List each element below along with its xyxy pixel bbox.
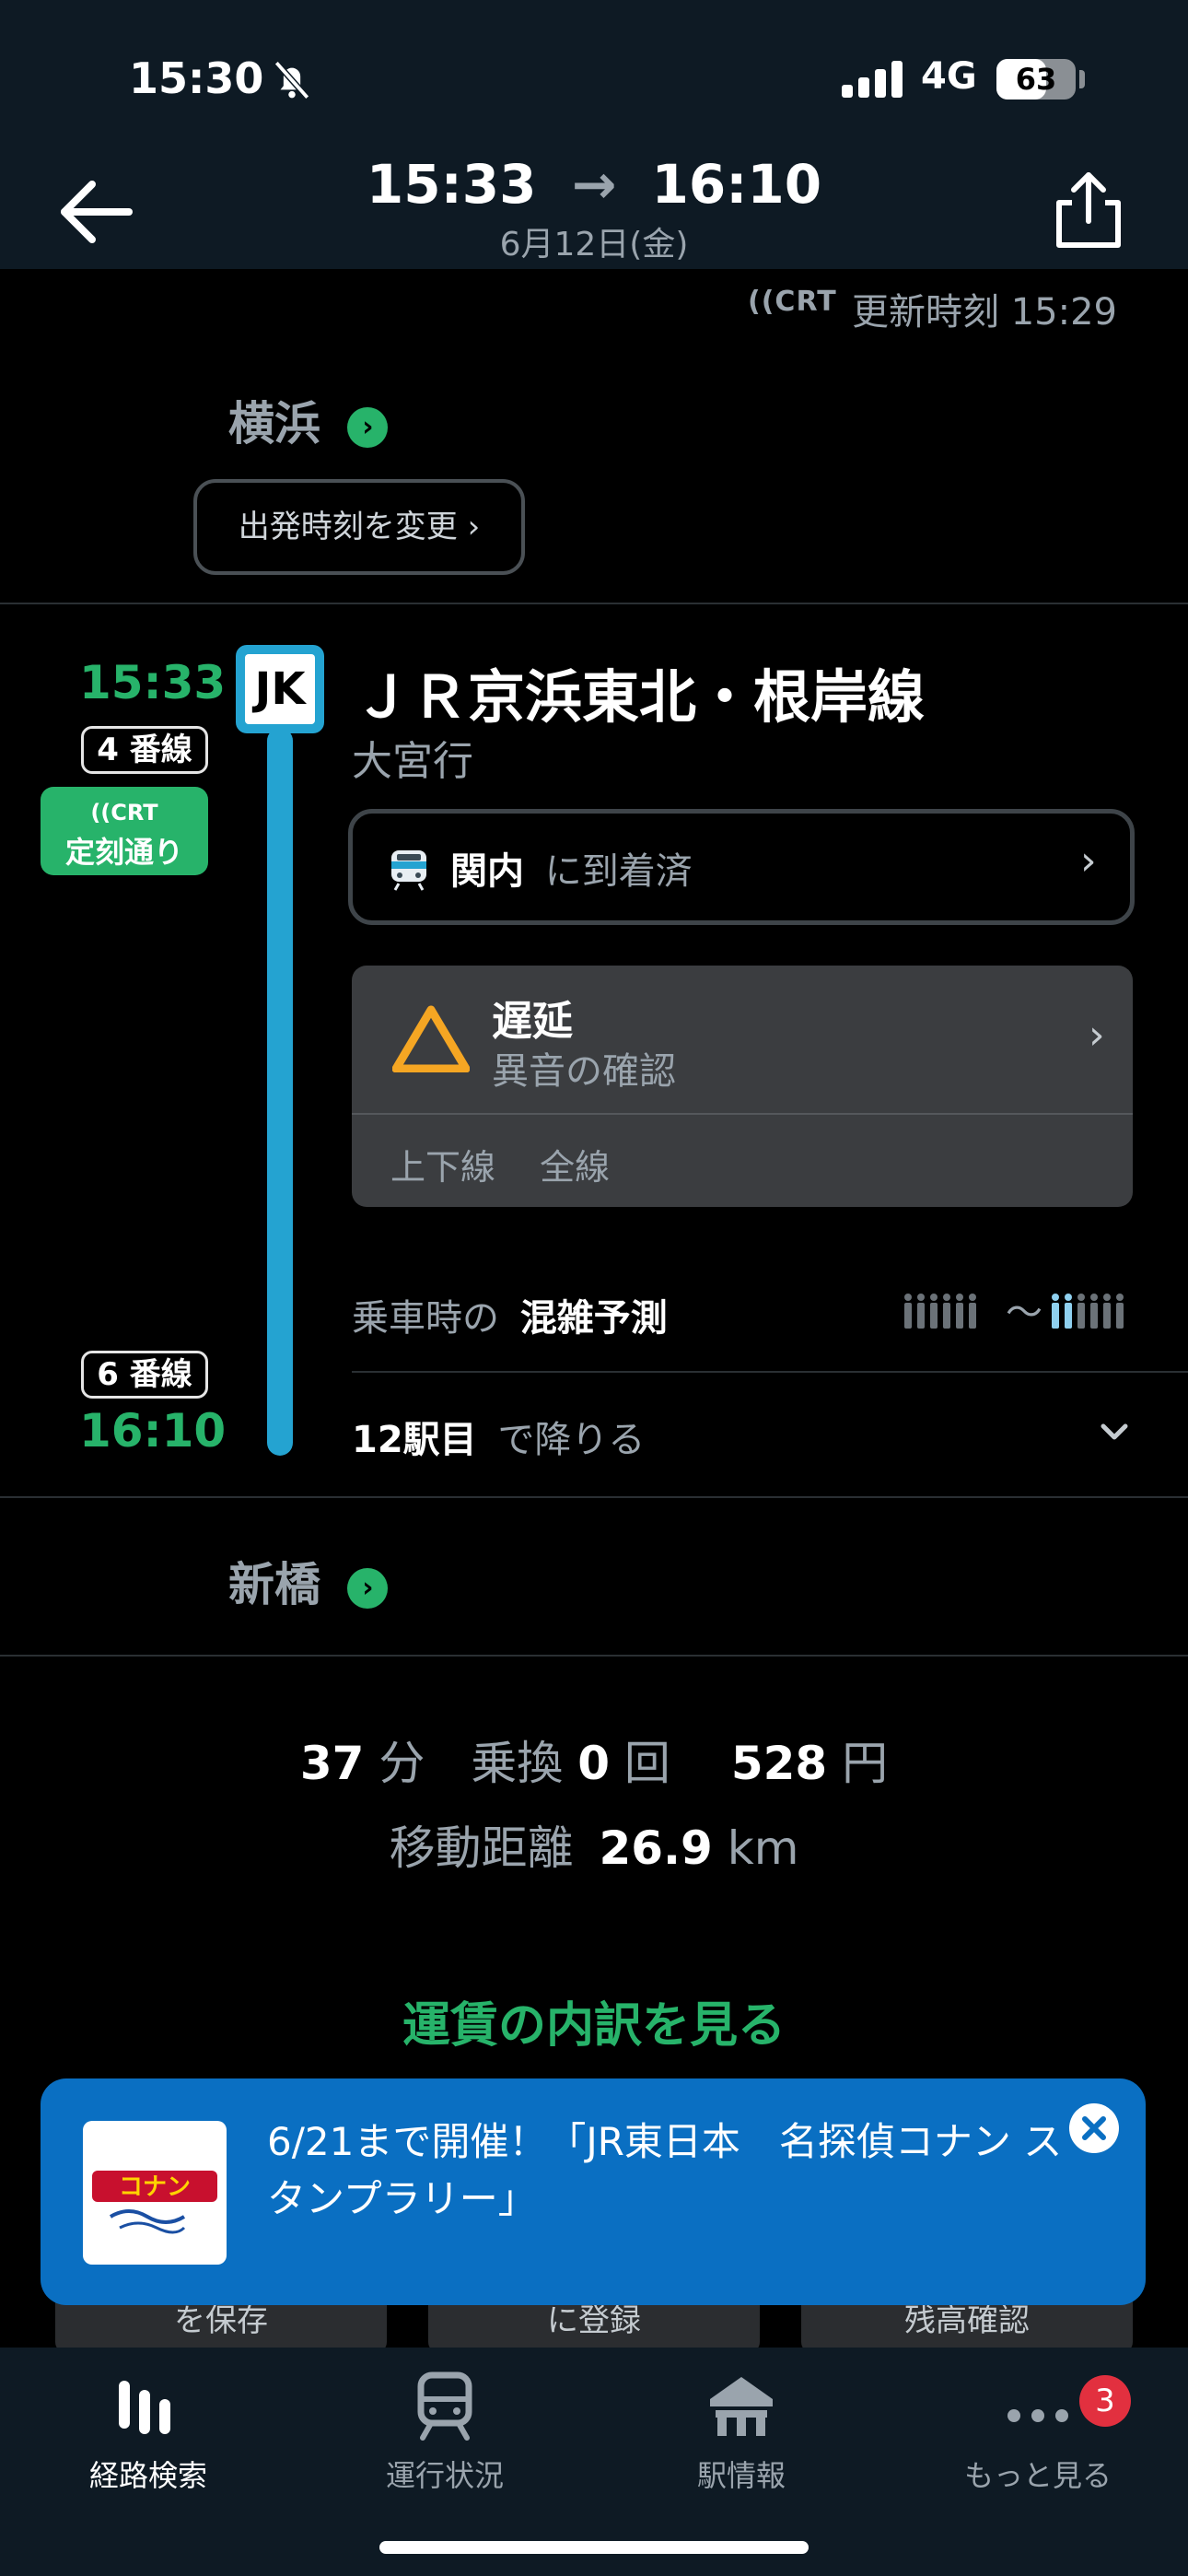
battery-tip — [1079, 70, 1085, 88]
divider — [0, 1655, 1188, 1657]
bell-slash-icon — [274, 61, 310, 100]
header-times: 15:33 → 16:10 — [304, 153, 884, 216]
delay-scope: 上下線 全線 — [390, 1139, 610, 1189]
station-icon — [710, 2377, 773, 2436]
arrow-icon: → — [571, 153, 617, 216]
distance-label: 移動距離 — [389, 1821, 574, 1875]
chevron-right-icon: › — [1089, 1012, 1105, 1059]
tab-label: もっと見る — [963, 2458, 1112, 2493]
realtime-status-badge: ((CRT 定刻通り — [41, 787, 208, 875]
train-status-icon — [417, 2371, 472, 2441]
rt-badge-logo: ((CRT — [90, 800, 158, 825]
header-date: 6月12日(金) — [499, 226, 689, 263]
chevron-down-icon[interactable] — [1096, 1413, 1133, 1450]
tab-label: 経路検索 — [88, 2458, 207, 2493]
route-summary: 37 分 乗換 0 回 528 円 — [0, 1727, 1188, 1793]
tab-more[interactable]: 3 もっと見る — [890, 2348, 1186, 2532]
distance-value: 26.9 — [599, 1821, 713, 1875]
delay-info-card[interactable]: 遅延 異音の確認 › 上下線 全線 — [352, 966, 1133, 1207]
back-arrow-icon[interactable] — [55, 175, 138, 249]
stops-count-toggle[interactable]: 12駅目 で降りる — [352, 1410, 645, 1463]
train-position-text: 関内 に到着済 — [450, 841, 693, 895]
tab-label: 運行状況 — [385, 2458, 504, 2493]
departure-platform: 4 番線 — [81, 726, 208, 774]
warning-icon — [392, 1005, 470, 1072]
notification-badge: 3 — [1079, 2375, 1131, 2427]
tab-train-status[interactable]: 運行状況 — [297, 2348, 593, 2532]
line-code: JK — [245, 654, 315, 724]
status-time: 15:30 — [129, 53, 264, 103]
arrival-station[interactable]: 新橋 › — [228, 1548, 389, 1614]
header-arrival-time: 16:10 — [651, 153, 822, 216]
share-icon[interactable] — [1050, 168, 1127, 249]
delay-reason: 異音の確認 — [492, 1050, 676, 1093]
network-type: 4G — [921, 55, 977, 98]
segment-arrival-time: 16:10 — [79, 1404, 227, 1458]
header-departure-time: 15:33 — [366, 153, 537, 216]
total-minutes: 37 — [299, 1737, 365, 1790]
train-icon — [391, 850, 426, 891]
tab-route-search[interactable]: 経路検索 — [0, 2348, 297, 2532]
crowd-prefix: 乗車時の — [352, 1297, 499, 1340]
minutes-unit: 分 — [379, 1737, 425, 1790]
promo-banner[interactable]: コナン 6/21まで開催！「JR東日本 名探偵コナン スタンプラリー」 — [41, 2078, 1146, 2305]
delay-direction: 上下線 — [390, 1147, 496, 1188]
fare: 528 — [730, 1737, 828, 1790]
distance-unit: km — [727, 1821, 799, 1875]
svg-text:コナン: コナン — [119, 2173, 191, 2201]
transfer-unit: 回 — [623, 1737, 670, 1790]
divider — [352, 1371, 1188, 1373]
divider — [352, 1113, 1133, 1115]
delay-title: 遅延 — [492, 998, 573, 1045]
train-position-status: に到着済 — [544, 850, 693, 893]
arrival-station-name: 新橋 — [228, 1558, 320, 1611]
crowd-label: 混雑予測 — [519, 1297, 668, 1340]
train-position-station: 関内 — [450, 850, 524, 893]
chevron-right-icon: › — [347, 406, 389, 448]
signal-icon — [842, 61, 903, 98]
banner-text: 6/21まで開催！「JR東日本 名探偵コナン スタンプラリー」 — [267, 2119, 1063, 2221]
battery-icon: 63 — [996, 59, 1076, 100]
chevron-right-icon: › — [1080, 837, 1097, 884]
close-icon[interactable] — [1068, 2102, 1120, 2154]
battery-percent: 63 — [1015, 62, 1057, 97]
transfer-count: 0 — [577, 1737, 610, 1790]
train-destination: 大宮行 — [352, 738, 473, 785]
rt-logo: ((CRT — [748, 286, 837, 318]
fare-unit: 円 — [842, 1737, 889, 1790]
crowd-forecast: 乗車時の 混雑予測 — [352, 1288, 668, 1341]
home-indicator[interactable] — [379, 2541, 809, 2554]
arrival-platform: 6 番線 — [81, 1351, 208, 1399]
departure-station-name: 横浜 — [228, 397, 320, 451]
departure-station[interactable]: 横浜 › — [228, 387, 389, 453]
line-name: ＪＲ京浜東北・根岸線 — [354, 663, 926, 731]
update-time: 更新時刻 15:29 — [852, 291, 1117, 334]
train-position-button[interactable]: 関内 に到着済 › — [348, 809, 1135, 925]
svg-text:〜: 〜 — [1006, 1292, 1042, 1334]
divider — [0, 603, 1188, 604]
segment-departure-time: 15:33 — [79, 656, 227, 709]
route-search-icon — [119, 2381, 170, 2434]
stops-suffix: で降りる — [497, 1419, 646, 1461]
crowd-level-icon: 〜 — [904, 1292, 1124, 1334]
stops-count: 12駅目 — [352, 1419, 477, 1461]
divider — [0, 1496, 1188, 1498]
conan-logo-image: コナン — [92, 2171, 217, 2234]
chevron-right-icon: › — [347, 1567, 389, 1609]
distance-summary: 移動距離 26.9 km — [0, 1811, 1188, 1878]
fare-breakdown-link[interactable]: 運賃の内訳を見る — [0, 1986, 1188, 2055]
delay-range: 全線 — [540, 1147, 611, 1188]
route-line-bar — [267, 728, 293, 1456]
banner-thumbnail: コナン — [83, 2121, 227, 2265]
transfer-label: 乗換 — [471, 1737, 564, 1790]
rt-badge-status: 定刻通り — [64, 835, 183, 870]
line-badge: JK — [236, 645, 324, 733]
more-icon — [1007, 2409, 1068, 2422]
tab-station-info[interactable]: 駅情報 — [593, 2348, 890, 2532]
tab-label: 駅情報 — [696, 2458, 786, 2493]
change-departure-time-button[interactable]: 出発時刻を変更 › — [193, 479, 525, 575]
